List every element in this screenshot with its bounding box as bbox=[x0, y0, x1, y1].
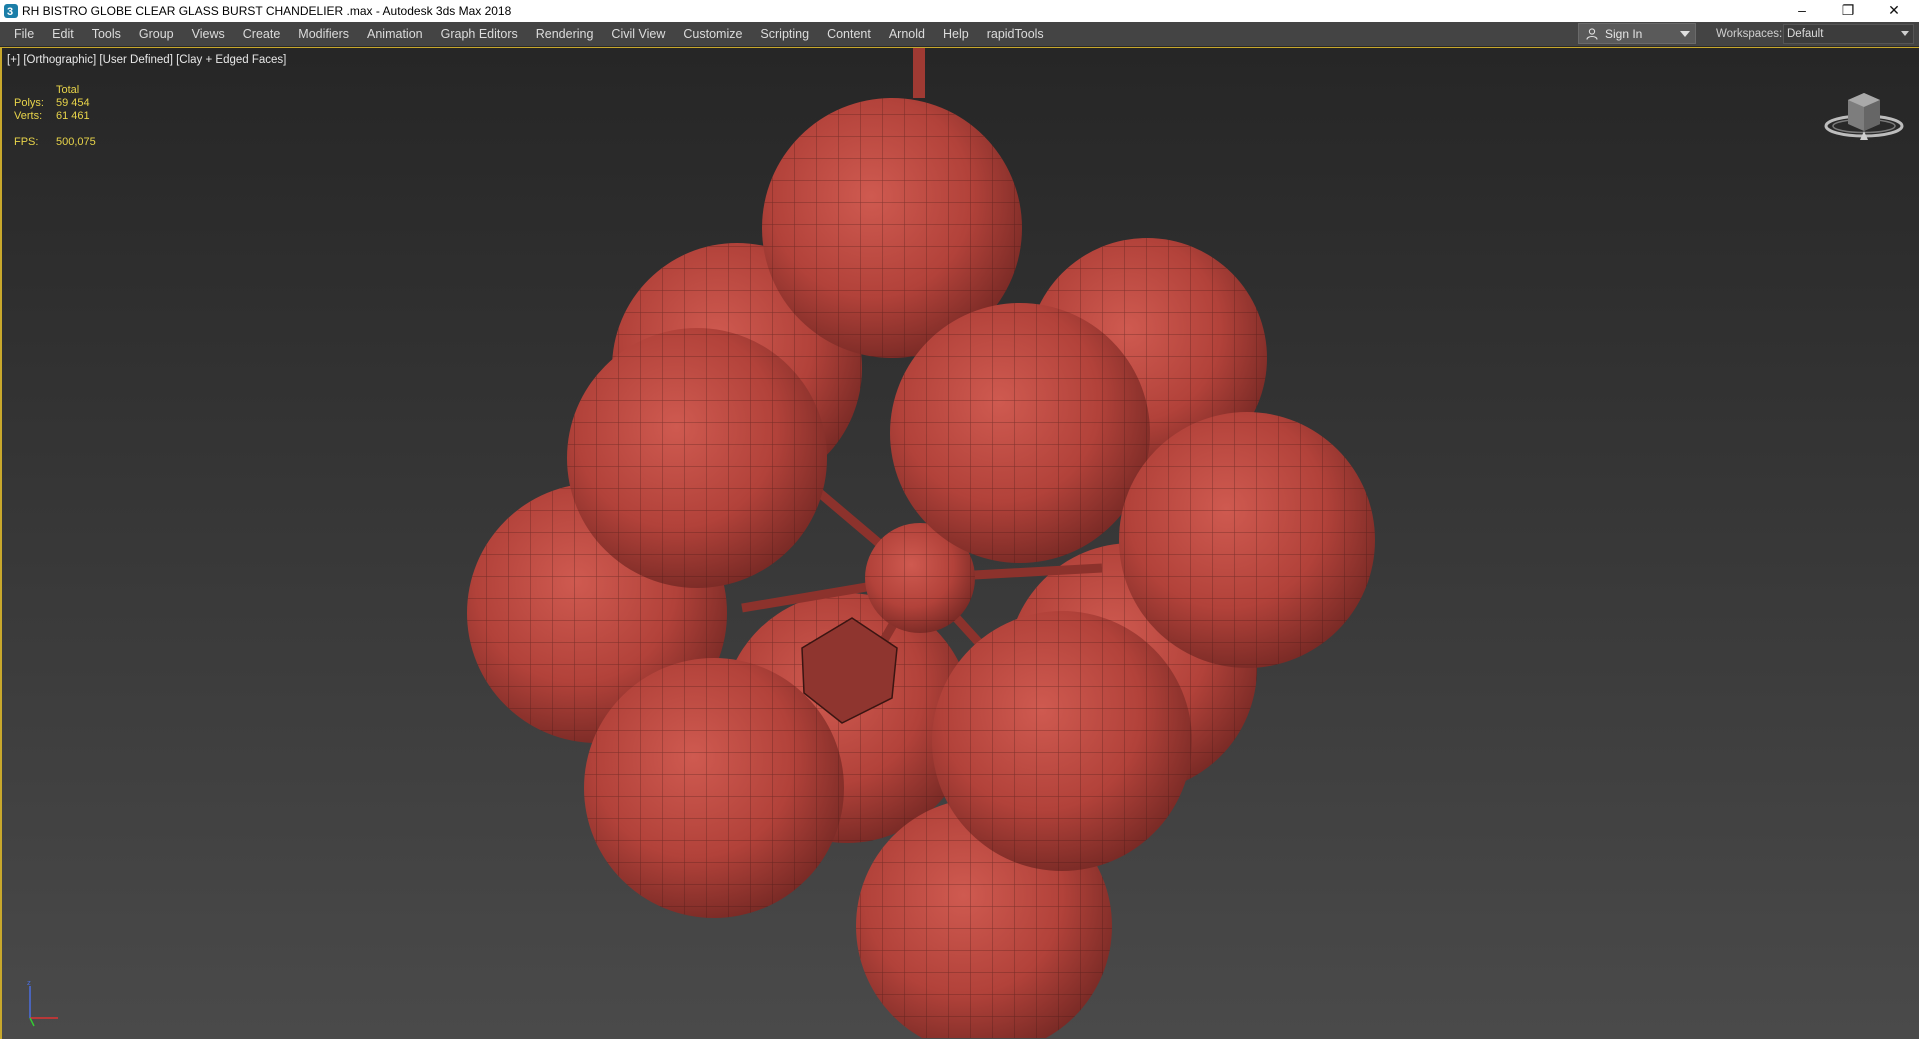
stats-fps-value: 500,075 bbox=[56, 136, 96, 148]
globe-lower-right bbox=[932, 611, 1192, 871]
window-title: RH BISTRO GLOBE CLEAR GLASS BURST CHANDE… bbox=[22, 4, 512, 18]
stats-verts-label: Verts: bbox=[14, 110, 43, 122]
menu-rapidtools[interactable]: rapidTools bbox=[978, 22, 1053, 46]
menu-views[interactable]: Views bbox=[183, 22, 234, 46]
globe-upper-left bbox=[567, 328, 827, 588]
menu-scripting[interactable]: Scripting bbox=[751, 22, 818, 46]
workspaces-select[interactable]: Default bbox=[1783, 24, 1914, 44]
viewport-view-menu[interactable]: [Orthographic] bbox=[23, 54, 96, 66]
viewport-plus-menu[interactable]: [+] bbox=[7, 54, 20, 66]
perspective-viewport[interactable]: [+] [Orthographic] [User Defined] [Clay … bbox=[0, 47, 1919, 1039]
menu-content[interactable]: Content bbox=[818, 22, 880, 46]
menu-animation[interactable]: Animation bbox=[358, 22, 432, 46]
menu-graph-editors[interactable]: Graph Editors bbox=[432, 22, 527, 46]
chevron-down-icon bbox=[1680, 31, 1690, 37]
menu-arnold[interactable]: Arnold bbox=[880, 22, 934, 46]
stats-fps-label: FPS: bbox=[14, 136, 39, 148]
menu-file[interactable]: File bbox=[6, 22, 43, 46]
globe-right bbox=[1119, 412, 1375, 668]
workspaces-value: Default bbox=[1787, 28, 1824, 40]
menu-customize[interactable]: Customize bbox=[674, 22, 751, 46]
viewport-label: [+] [Orthographic] [User Defined] [Clay … bbox=[7, 54, 286, 66]
axis-tripod-icon: z bbox=[27, 979, 58, 1027]
globe-upper-center bbox=[890, 303, 1150, 563]
viewcube-icon[interactable] bbox=[1820, 84, 1908, 142]
title-bar: RH BISTRO GLOBE CLEAR GLASS BURST CHANDE… bbox=[0, 0, 1919, 23]
menu-rendering[interactable]: Rendering bbox=[527, 22, 603, 46]
menu-help[interactable]: Help bbox=[934, 22, 978, 46]
minimize-button[interactable]: – bbox=[1779, 0, 1825, 22]
chandelier-model[interactable] bbox=[442, 48, 1382, 1038]
menu-modifiers[interactable]: Modifiers bbox=[289, 22, 358, 46]
menu-civil-view[interactable]: Civil View bbox=[602, 22, 674, 46]
svg-text:z: z bbox=[27, 979, 31, 987]
sign-in-dropdown[interactable]: Sign In bbox=[1578, 23, 1696, 44]
viewport-shading-menu[interactable]: [Clay + Edged Faces] bbox=[176, 54, 286, 66]
chandelier-rod bbox=[913, 48, 925, 98]
menu-create[interactable]: Create bbox=[234, 22, 290, 46]
stats-polys-label: Polys: bbox=[14, 97, 44, 109]
3dsmax-app-icon[interactable] bbox=[4, 1, 18, 23]
user-icon bbox=[1586, 28, 1598, 40]
sign-in-label: Sign In bbox=[1605, 27, 1643, 41]
stats-total-label: Total bbox=[56, 84, 80, 96]
viewport-statistics: Total Polys: 59 454 Verts: 61 461 FPS: 500,… bbox=[14, 84, 134, 149]
viewport-camera-menu[interactable]: [User Defined] bbox=[99, 54, 173, 66]
menu-list: File Edit Tools Group Views Create Modif… bbox=[6, 22, 1053, 46]
stats-verts-value: 61 461 bbox=[56, 110, 90, 122]
globe-lower-left bbox=[584, 658, 844, 918]
menu-tools[interactable]: Tools bbox=[83, 22, 130, 46]
workspaces-label: Workspaces: bbox=[1716, 28, 1783, 40]
menu-group[interactable]: Group bbox=[130, 22, 183, 46]
restore-button[interactable]: ❐ bbox=[1825, 0, 1871, 22]
menu-edit[interactable]: Edit bbox=[43, 22, 83, 46]
chevron-down-icon bbox=[1901, 31, 1909, 36]
close-button[interactable]: ✕ bbox=[1871, 0, 1917, 22]
stats-polys-value: 59 454 bbox=[56, 97, 90, 109]
